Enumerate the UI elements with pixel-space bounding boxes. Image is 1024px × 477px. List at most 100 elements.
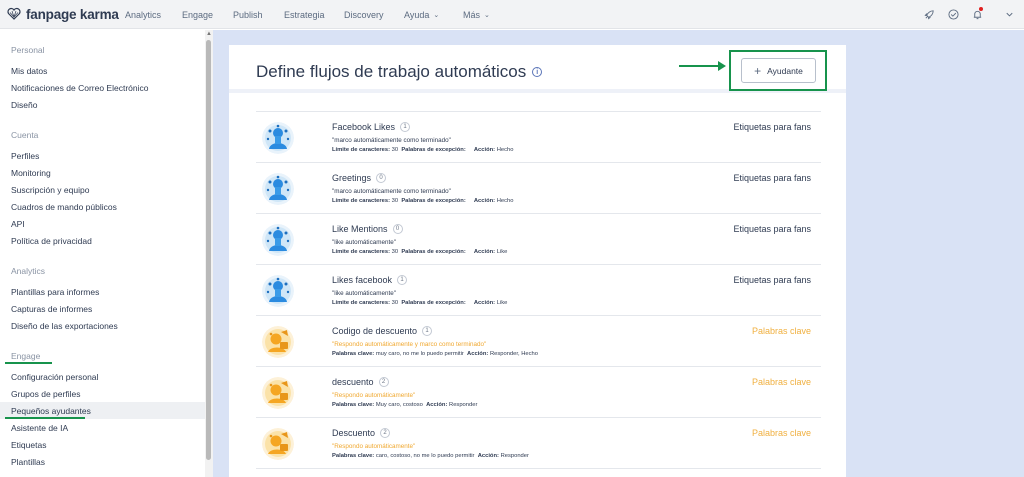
sidebar-section-cuenta: Cuenta <box>11 130 39 140</box>
helper-name: Descuento <box>332 428 376 438</box>
meta-label: Palabras de excepción: <box>401 249 466 255</box>
helper-name: Greetings <box>332 173 372 183</box>
heart-logo-icon <box>7 7 21 20</box>
helper-row[interactable]: descuento 2 "Respondo automáticamente" P… <box>256 367 821 418</box>
meta-label: Acción: <box>473 249 496 255</box>
arrow-annotation-icon <box>679 61 726 71</box>
nav-discovery[interactable]: Discovery <box>344 10 384 20</box>
sidebar-item-suscripcion[interactable]: Suscripción y equipo <box>11 185 89 195</box>
helper-row[interactable]: Greetings 0 "marco automáticamente como … <box>256 163 821 214</box>
nav-ayuda[interactable]: Ayuda ⌄ <box>404 10 439 20</box>
meta-value: 30 <box>391 300 399 306</box>
notification-dot <box>979 7 983 11</box>
meta-value: Like <box>496 300 508 306</box>
nav-publish[interactable]: Publish <box>233 10 263 20</box>
helper-name: descuento <box>332 377 374 387</box>
logo-text: fanpage karma <box>26 6 119 22</box>
helper-title[interactable]: Likes facebook 1 <box>332 275 408 285</box>
nav-label: Engage <box>182 10 214 20</box>
helper-title[interactable]: Descuento 2 <box>332 428 391 438</box>
sidebar-item-mis-datos[interactable]: Mis datos <box>11 66 47 76</box>
helper-row[interactable]: Like Mentions 0 "like automáticamente" L… <box>256 214 821 265</box>
chevron-down-icon: ⌄ <box>433 12 440 19</box>
page-title: Define flujos de trabajo automáticos i <box>256 62 543 82</box>
meta-label: Acción: <box>467 351 489 357</box>
meta-value: 30 <box>391 147 399 153</box>
sidebar-item-diseno[interactable]: Diseño <box>11 100 37 110</box>
ayudantes-underline-annotation <box>5 417 85 419</box>
nav-engage[interactable]: Engage <box>182 10 213 20</box>
sidebar-item-privacidad[interactable]: Política de privacidad <box>11 236 92 246</box>
helper-row[interactable]: Facebook Likes 1 "marco automáticamente … <box>256 112 821 163</box>
sidebar-item-grupos[interactable]: Grupos de perfiles <box>11 389 80 399</box>
sidebar-item-etiquetas[interactable]: Etiquetas <box>11 440 46 450</box>
meta-label: Acción: <box>473 147 496 153</box>
helper-type: Palabras clave <box>751 326 811 336</box>
scroll-up-icon[interactable]: ▲ <box>206 31 212 37</box>
sidebar-section-analytics: Analytics <box>11 266 46 276</box>
meta-value: Responder, Hecho <box>489 351 538 357</box>
fan-tag-bot-avatar-icon <box>262 122 294 154</box>
add-ayudante-button[interactable]: + Ayudante <box>741 58 816 83</box>
helper-description: "Respondo automáticamente" <box>332 392 416 399</box>
plus-icon: + <box>754 63 762 78</box>
helper-title[interactable]: Like Mentions 0 <box>332 224 403 234</box>
helper-type: Etiquetas para fans <box>733 122 811 132</box>
sidebar-item-plantillas[interactable]: Plantillas <box>11 457 45 467</box>
page-title-text: Define flujos de trabajo automáticos <box>256 62 527 81</box>
sidebar-item-plantillas-informes[interactable]: Plantillas para informes <box>11 287 99 297</box>
check-circle-icon[interactable] <box>946 7 960 21</box>
helper-type: Etiquetas para fans <box>733 173 811 183</box>
keyword-bot-avatar-icon <box>262 377 294 409</box>
helper-row[interactable]: Likes facebook 1 "like automáticamente" … <box>256 265 821 316</box>
sidebar-section-personal: Personal <box>11 45 45 55</box>
sidebar-item-capturas[interactable]: Capturas de informes <box>11 304 92 314</box>
helper-title[interactable]: descuento 2 <box>332 377 389 387</box>
meta-label: Límite de caracteres: <box>332 300 390 306</box>
sidebar-item-asistente-ia[interactable]: Asistente de IA <box>11 423 68 433</box>
meta-label: Palabras de excepción: <box>401 198 466 204</box>
helper-row[interactable]: Descuento 2 "Respondo automáticamente" P… <box>256 418 821 469</box>
meta-label: Acción: <box>477 453 499 459</box>
scrollbar-thumb[interactable] <box>206 40 211 460</box>
logo[interactable]: fanpage karma <box>7 7 120 22</box>
helper-description: "like automáticamente" <box>332 239 396 246</box>
sidebar-item-diseno-exportaciones[interactable]: Diseño de las exportaciones <box>11 321 118 331</box>
meta-label: Palabras clave: <box>332 402 375 408</box>
helper-description: "Respondo automáticamente" <box>332 443 416 450</box>
helper-count-badge: 1 <box>397 275 408 285</box>
helper-count-badge: 2 <box>380 428 391 438</box>
helper-title[interactable]: Facebook Likes 1 <box>332 122 411 132</box>
helper-description: "like automáticamente" <box>332 290 396 297</box>
helper-title[interactable]: Greetings 0 <box>332 173 387 183</box>
sidebar-item-configuracion[interactable]: Configuración personal <box>11 372 98 382</box>
fan-tag-bot-avatar-icon <box>262 224 294 256</box>
chevron-down-icon[interactable] <box>1002 7 1016 21</box>
helper-count-badge: 0 <box>376 173 387 183</box>
info-icon[interactable]: i <box>532 67 543 77</box>
helper-title[interactable]: Codigo de descuento 1 <box>332 326 433 336</box>
sidebar-item-cuadros[interactable]: Cuadros de mando públicos <box>11 202 117 212</box>
meta-label: Acción: <box>473 198 496 204</box>
helper-row[interactable]: Codigo de descuento 1 "Respondo automáti… <box>256 316 821 367</box>
meta-label: Palabras clave: <box>332 351 375 357</box>
nav-analytics[interactable]: Analytics <box>125 10 161 20</box>
rocket-icon[interactable] <box>922 7 936 21</box>
bell-icon[interactable] <box>970 7 984 21</box>
helper-count-badge: 1 <box>422 326 433 336</box>
helper-count-badge: 0 <box>392 224 403 234</box>
nav-label: Ayuda <box>404 10 430 20</box>
meta-label: Palabras de excepción: <box>401 300 466 306</box>
meta-label: Palabras de excepción: <box>401 147 466 153</box>
sidebar-item-pequenos-ayudantes[interactable]: Pequeños ayudantes <box>11 406 91 416</box>
sidebar-item-perfiles[interactable]: Perfiles <box>11 151 39 161</box>
sidebar-item-api[interactable]: API <box>11 219 25 229</box>
sidebar-item-notificaciones[interactable]: Notificaciones de Correo Electrónico <box>11 83 148 93</box>
sidebar-item-monitoring[interactable]: Monitoring <box>11 168 51 178</box>
nav-label: Estrategia <box>284 10 325 20</box>
nav-estrategia[interactable]: Estrategia <box>284 10 325 20</box>
helper-type: Etiquetas para fans <box>733 275 811 285</box>
helper-type: Palabras clave <box>751 428 811 438</box>
top-navigation: fanpage karma Analytics Engage Publish E… <box>0 0 1024 29</box>
nav-mas[interactable]: Más ⌄ <box>463 10 490 20</box>
